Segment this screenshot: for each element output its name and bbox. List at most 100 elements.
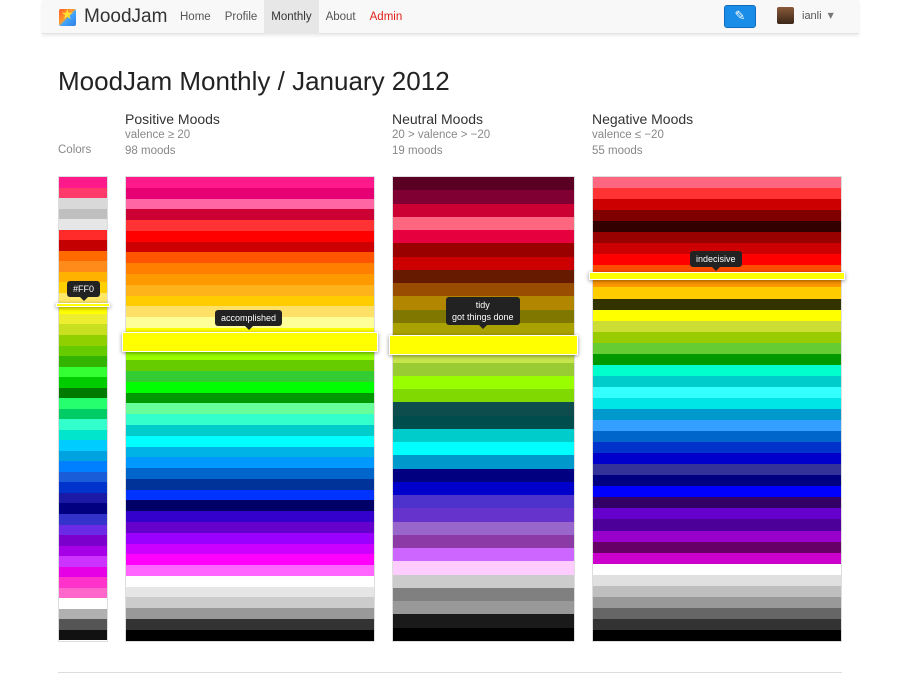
colors-highlight-band[interactable] bbox=[56, 303, 110, 307]
positive-mood-band[interactable] bbox=[126, 403, 374, 415]
positive-mood-band[interactable] bbox=[126, 187, 374, 199]
positive-mood-band[interactable] bbox=[126, 468, 374, 479]
positive-mood-band[interactable] bbox=[126, 522, 374, 533]
negative-mood-band[interactable] bbox=[593, 232, 841, 244]
positive-mood-band[interactable] bbox=[126, 478, 374, 490]
negative-mood-band[interactable] bbox=[593, 375, 841, 387]
neutral-mood-band[interactable] bbox=[393, 428, 574, 442]
negative-mood-band[interactable] bbox=[593, 508, 841, 520]
positive-mood-band[interactable] bbox=[126, 414, 374, 425]
neutral-mood-band[interactable] bbox=[393, 415, 574, 429]
neutral-mood-band[interactable] bbox=[393, 627, 574, 641]
negative-mood-band[interactable] bbox=[593, 287, 841, 299]
negative-mood-band[interactable] bbox=[593, 618, 841, 630]
color-band[interactable] bbox=[59, 598, 107, 609]
neutral-mood-band[interactable] bbox=[393, 587, 574, 601]
positive-mood-band[interactable] bbox=[126, 274, 374, 285]
positive-mood-band[interactable] bbox=[126, 284, 374, 296]
negative-mood-band[interactable] bbox=[593, 552, 841, 564]
negative-mood-band[interactable] bbox=[593, 331, 841, 343]
neutral-moods-strip[interactable] bbox=[392, 176, 575, 642]
negative-mood-band[interactable] bbox=[593, 475, 841, 487]
color-band[interactable] bbox=[59, 366, 107, 378]
positive-mood-band[interactable] bbox=[126, 629, 374, 641]
color-band[interactable] bbox=[59, 514, 107, 525]
negative-moods-strip[interactable] bbox=[592, 176, 842, 642]
neutral-mood-band[interactable] bbox=[393, 216, 574, 230]
neutral-mood-band[interactable] bbox=[393, 481, 574, 495]
nav-home[interactable]: Home bbox=[173, 0, 218, 34]
neutral-mood-band[interactable] bbox=[393, 203, 574, 217]
negative-mood-band[interactable] bbox=[593, 574, 841, 586]
positive-mood-band[interactable] bbox=[126, 554, 374, 566]
negative-mood-band[interactable] bbox=[593, 353, 841, 365]
negative-mood-band[interactable] bbox=[593, 199, 841, 211]
neutral-mood-band[interactable] bbox=[393, 601, 574, 615]
positive-mood-band[interactable] bbox=[126, 619, 374, 630]
color-band[interactable] bbox=[59, 229, 107, 241]
positive-mood-band[interactable] bbox=[126, 381, 374, 393]
positive-mood-band[interactable] bbox=[126, 489, 374, 501]
positive-mood-band[interactable] bbox=[126, 424, 374, 436]
negative-mood-band[interactable] bbox=[593, 453, 841, 465]
color-band[interactable] bbox=[59, 177, 107, 188]
neutral-mood-band[interactable] bbox=[393, 243, 574, 257]
neutral-mood-band[interactable] bbox=[393, 362, 574, 376]
positive-mood-band[interactable] bbox=[126, 532, 374, 544]
nav-about[interactable]: About bbox=[319, 0, 363, 34]
color-band[interactable] bbox=[59, 187, 107, 199]
color-band[interactable] bbox=[59, 219, 107, 230]
color-band[interactable] bbox=[59, 545, 107, 557]
color-band[interactable] bbox=[59, 503, 107, 514]
brand-link[interactable]: MoodJam bbox=[59, 6, 167, 28]
new-mood-button[interactable]: ✎ bbox=[724, 5, 756, 28]
color-band[interactable] bbox=[59, 492, 107, 504]
positive-mood-band[interactable] bbox=[126, 220, 374, 231]
color-band[interactable] bbox=[59, 261, 107, 272]
color-band[interactable] bbox=[59, 240, 107, 251]
negative-mood-band[interactable] bbox=[593, 408, 841, 421]
color-band[interactable] bbox=[59, 208, 107, 220]
negative-mood-band[interactable] bbox=[593, 420, 841, 432]
positive-mood-band[interactable] bbox=[126, 392, 374, 404]
positive-mood-band[interactable] bbox=[126, 241, 374, 253]
negative-mood-band[interactable] bbox=[593, 364, 841, 376]
color-band[interactable] bbox=[59, 313, 107, 325]
color-band[interactable] bbox=[59, 377, 107, 388]
user-menu[interactable]: ianli ▼ bbox=[777, 7, 834, 24]
neutral-mood-band[interactable] bbox=[393, 574, 574, 588]
color-band[interactable] bbox=[59, 535, 107, 546]
negative-mood-band[interactable] bbox=[593, 607, 841, 619]
neutral-mood-band[interactable] bbox=[393, 389, 574, 403]
positive-mood-band[interactable] bbox=[126, 252, 374, 264]
color-band[interactable] bbox=[59, 398, 107, 409]
color-band[interactable] bbox=[59, 324, 107, 335]
positive-mood-band[interactable] bbox=[126, 446, 374, 458]
color-band[interactable] bbox=[59, 461, 107, 472]
color-band[interactable] bbox=[59, 408, 107, 420]
positive-mood-band[interactable] bbox=[126, 295, 374, 307]
negative-mood-band[interactable] bbox=[593, 320, 841, 332]
color-band[interactable] bbox=[59, 198, 107, 209]
negative-mood-band[interactable] bbox=[593, 519, 841, 531]
color-band[interactable] bbox=[59, 250, 107, 262]
negative-mood-band[interactable] bbox=[593, 442, 841, 454]
neutral-mood-band[interactable] bbox=[393, 455, 574, 469]
negative-mood-band[interactable] bbox=[593, 629, 841, 641]
negative-mood-band[interactable] bbox=[593, 342, 841, 354]
positive-mood-band[interactable] bbox=[126, 543, 374, 555]
color-band[interactable] bbox=[59, 419, 107, 430]
neutral-mood-band[interactable] bbox=[393, 269, 574, 283]
negative-mood-band[interactable] bbox=[593, 210, 841, 222]
negative-mood-band[interactable] bbox=[593, 221, 841, 233]
positive-mood-band[interactable] bbox=[126, 608, 374, 620]
neutral-mood-band[interactable] bbox=[393, 283, 574, 297]
negative-mood-band[interactable] bbox=[593, 541, 841, 553]
negative-mood-band[interactable] bbox=[593, 563, 841, 575]
positive-mood-band[interactable] bbox=[126, 511, 374, 522]
neutral-mood-band[interactable] bbox=[393, 442, 574, 456]
nav-monthly[interactable]: Monthly bbox=[264, 0, 319, 34]
neutral-mood-band[interactable] bbox=[393, 230, 574, 244]
negative-mood-band[interactable] bbox=[593, 431, 841, 443]
positive-mood-band[interactable] bbox=[126, 230, 374, 242]
